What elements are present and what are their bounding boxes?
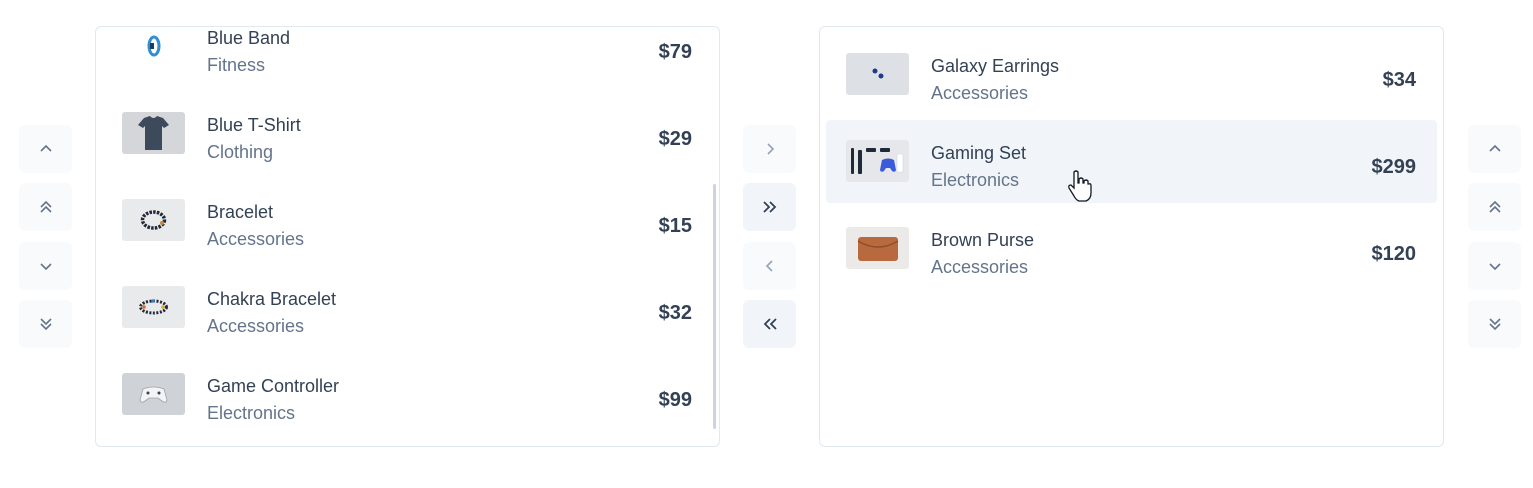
target-list-item-selected[interactable]: Gaming Set Electronics $299 bbox=[826, 120, 1437, 203]
source-move-down-button[interactable] bbox=[19, 242, 72, 290]
chevron-down-icon bbox=[1488, 263, 1501, 271]
double-chevron-down-icon bbox=[1488, 318, 1501, 331]
double-chevron-left-icon bbox=[763, 318, 777, 330]
source-move-top-button[interactable] bbox=[19, 183, 72, 231]
move-to-source-button[interactable] bbox=[743, 242, 796, 290]
tshirt-image bbox=[122, 112, 185, 154]
item-name: Blue Band bbox=[207, 28, 291, 48]
item-category: Fitness bbox=[207, 55, 266, 75]
double-chevron-up-icon bbox=[39, 200, 52, 213]
source-list-item[interactable]: Chakra Bracelet Accessories $32 bbox=[102, 266, 713, 349]
chevron-up-icon bbox=[1488, 144, 1501, 152]
chakra-bracelet-image bbox=[122, 286, 185, 328]
source-list-item[interactable]: Bracelet Accessories $15 bbox=[102, 179, 713, 262]
double-chevron-right-icon bbox=[762, 201, 776, 213]
purse-image bbox=[846, 227, 909, 269]
item-price: $299 bbox=[1371, 156, 1417, 178]
game-controller-image bbox=[122, 373, 185, 415]
item-price: $120 bbox=[1371, 243, 1417, 265]
item-category: Electronics bbox=[207, 403, 296, 423]
bracelet-image bbox=[122, 199, 185, 241]
double-chevron-down-icon bbox=[39, 318, 52, 331]
item-name: Blue T-Shirt bbox=[207, 115, 301, 135]
item-category: Accessories bbox=[931, 83, 1029, 103]
move-all-to-target-button[interactable] bbox=[743, 183, 796, 231]
gaming-set-image bbox=[846, 140, 909, 182]
item-name: Game Controller bbox=[207, 376, 340, 396]
source-list-item[interactable]: Game Controller Electronics $99 bbox=[102, 353, 713, 436]
chevron-up-icon bbox=[39, 144, 52, 152]
source-list-item[interactable]: Blue T-Shirt Clothing $29 bbox=[102, 92, 713, 175]
item-name: Bracelet bbox=[207, 202, 274, 222]
item-name: Brown Purse bbox=[931, 230, 1035, 250]
item-category: Accessories bbox=[207, 316, 305, 336]
chevron-right-icon bbox=[766, 143, 774, 155]
item-price: $99 bbox=[658, 389, 692, 411]
target-move-bottom-button[interactable] bbox=[1468, 300, 1521, 348]
item-category: Electronics bbox=[931, 170, 1020, 190]
item-price: $32 bbox=[658, 302, 692, 324]
source-list[interactable]: Blue Band Fitness $79 Blue T-Shirt Cloth… bbox=[95, 26, 720, 447]
item-name: Gaming Set bbox=[931, 143, 1027, 163]
item-price: $29 bbox=[658, 128, 692, 150]
scrollbar[interactable] bbox=[713, 184, 716, 429]
source-list-item[interactable]: Blue Band Fitness $79 bbox=[102, 27, 713, 88]
double-chevron-up-icon bbox=[1488, 200, 1501, 213]
chevron-down-icon bbox=[39, 263, 52, 271]
earrings-image bbox=[846, 53, 909, 95]
item-category: Accessories bbox=[207, 229, 305, 249]
source-move-up-button[interactable] bbox=[19, 125, 72, 173]
target-list[interactable]: Galaxy Earrings Accessories $34 Gaming S… bbox=[819, 26, 1444, 447]
move-all-to-source-button[interactable] bbox=[743, 300, 796, 348]
item-price: $34 bbox=[1382, 69, 1416, 91]
target-move-down-button[interactable] bbox=[1468, 242, 1521, 290]
target-list-item[interactable]: Brown Purse Accessories $120 bbox=[826, 207, 1437, 290]
item-price: $15 bbox=[658, 215, 692, 237]
target-move-top-button[interactable] bbox=[1468, 183, 1521, 231]
item-category: Clothing bbox=[207, 142, 274, 162]
item-category: Accessories bbox=[931, 257, 1029, 277]
move-to-target-button[interactable] bbox=[743, 125, 796, 173]
source-move-bottom-button[interactable] bbox=[19, 300, 72, 348]
target-move-up-button[interactable] bbox=[1468, 125, 1521, 173]
item-price: $79 bbox=[658, 41, 692, 63]
item-name: Galaxy Earrings bbox=[931, 56, 1060, 76]
blue-band-image bbox=[122, 27, 185, 67]
target-list-item[interactable]: Galaxy Earrings Accessories $34 bbox=[826, 33, 1437, 116]
chevron-left-icon bbox=[765, 260, 773, 272]
item-name: Chakra Bracelet bbox=[207, 289, 337, 309]
